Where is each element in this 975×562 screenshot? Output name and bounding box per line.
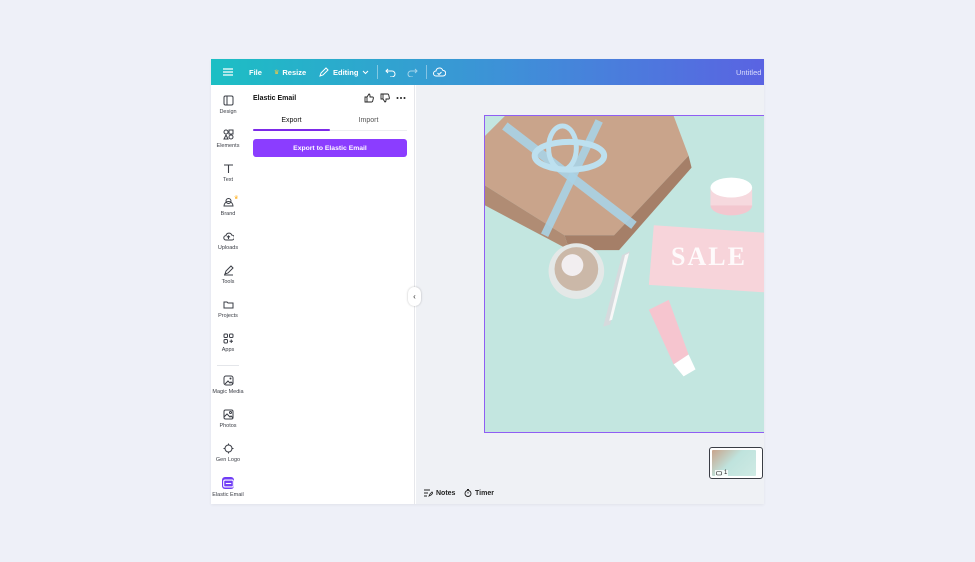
resize-button[interactable]: ♛ Resize bbox=[274, 59, 306, 85]
panel-title: Elastic Email bbox=[253, 95, 297, 102]
rail-label: Photos bbox=[219, 423, 237, 429]
rail-label: Gen Logo bbox=[215, 457, 241, 463]
rail-label: Design bbox=[219, 109, 237, 115]
apps-icon bbox=[223, 333, 233, 344]
photo-icon bbox=[223, 409, 233, 420]
rail-divider bbox=[217, 365, 239, 366]
resize-label: Resize bbox=[282, 67, 307, 77]
rail-item-elastic-email[interactable]: Elastic Email bbox=[211, 477, 245, 504]
rail-item-brand[interactable]: ♛ Brand bbox=[211, 195, 245, 225]
rail-item-uploads[interactable]: Uploads bbox=[211, 231, 245, 259]
more-options-icon[interactable] bbox=[396, 93, 406, 103]
export-to-elastic-email-button[interactable]: Export to Elastic Email bbox=[253, 139, 407, 157]
layout-icon bbox=[223, 95, 233, 106]
rail-label: Elements bbox=[216, 143, 240, 149]
divider bbox=[377, 65, 378, 79]
cloud-saved-icon[interactable] bbox=[433, 59, 446, 85]
cloud-upload-icon bbox=[222, 232, 234, 241]
comment-icon bbox=[716, 470, 722, 475]
tab-import[interactable]: Import bbox=[330, 117, 407, 124]
file-menu-button[interactable]: File bbox=[249, 59, 262, 85]
rail-item-gen-logo[interactable]: Gen Logo bbox=[211, 443, 245, 471]
panel-actions bbox=[364, 93, 406, 103]
rail-item-text[interactable]: Text bbox=[211, 163, 245, 191]
collapse-panel-button[interactable]: ‹ bbox=[408, 287, 421, 306]
timer-icon bbox=[464, 489, 472, 497]
editor-window: File ♛ Resize Editing Untitled Design El… bbox=[211, 59, 764, 504]
rail-item-design[interactable]: Design bbox=[211, 95, 245, 123]
brand-icon bbox=[222, 198, 234, 207]
rail-item-photos[interactable]: Photos bbox=[211, 409, 245, 437]
notes-button[interactable]: Notes bbox=[424, 489, 455, 497]
active-tab-indicator bbox=[253, 129, 330, 131]
product-photo bbox=[485, 116, 764, 432]
design-page[interactable]: SALE bbox=[484, 115, 764, 433]
top-bar: File ♛ Resize Editing Untitled bbox=[211, 59, 764, 85]
crown-icon: ♛ bbox=[234, 195, 239, 201]
editing-mode-button[interactable]: Editing bbox=[319, 59, 373, 85]
chevron-left-icon: ‹ bbox=[413, 292, 416, 301]
timer-button[interactable]: Timer bbox=[464, 489, 494, 497]
divider bbox=[426, 65, 427, 79]
rail-label: Brand bbox=[220, 211, 236, 217]
rail-label: Apps bbox=[221, 347, 235, 353]
notes-label: Notes bbox=[436, 489, 456, 497]
undo-icon[interactable] bbox=[385, 59, 396, 85]
rail-label: Elastic Email bbox=[212, 492, 244, 498]
shapes-icon bbox=[222, 129, 233, 140]
timer-label: Timer bbox=[475, 489, 494, 497]
pen-icon bbox=[223, 265, 234, 276]
magic-media-icon bbox=[223, 375, 233, 386]
thumbs-down-icon[interactable] bbox=[380, 93, 390, 103]
chevron-down-icon bbox=[363, 70, 369, 74]
left-rail: Design Elements Text ♛ Brand Uploads Too… bbox=[211, 85, 245, 504]
folder-icon bbox=[223, 301, 233, 309]
rail-item-tools[interactable]: Tools bbox=[211, 265, 245, 293]
page-number-label: 1 bbox=[724, 470, 728, 476]
rail-label: Uploads bbox=[217, 245, 239, 251]
page-number: 1 bbox=[715, 470, 729, 476]
rail-label: Text bbox=[222, 177, 234, 183]
gen-logo-icon bbox=[223, 443, 233, 454]
rail-label: Projects bbox=[218, 313, 238, 319]
menu-icon[interactable] bbox=[221, 59, 235, 85]
editing-label: Editing bbox=[333, 67, 359, 77]
tab-export[interactable]: Export bbox=[253, 117, 330, 124]
pencil-icon bbox=[319, 67, 329, 77]
rail-item-projects[interactable]: Projects bbox=[211, 299, 245, 327]
rail-item-magic-media[interactable]: Magic Media bbox=[211, 375, 245, 403]
crown-icon: ♛ bbox=[274, 69, 280, 76]
elastic-email-panel: Elastic Email Export Import Export to El… bbox=[245, 85, 415, 504]
page-thumbnail[interactable]: 1 bbox=[709, 447, 763, 479]
text-icon bbox=[223, 164, 233, 173]
sale-text: SALE bbox=[671, 242, 747, 271]
rail-item-elements[interactable]: Elements bbox=[211, 129, 245, 157]
notes-icon bbox=[424, 489, 433, 497]
rail-item-apps[interactable]: Apps bbox=[211, 333, 245, 361]
elastic-email-icon bbox=[222, 477, 234, 489]
document-title[interactable]: Untitled bbox=[736, 59, 761, 85]
rail-label: Tools bbox=[221, 279, 235, 285]
rail-label: Magic Media bbox=[212, 389, 244, 395]
redo-icon[interactable] bbox=[407, 59, 418, 85]
canvas-area: SALE 1 Notes Timer bbox=[416, 85, 764, 504]
thumbs-up-icon[interactable] bbox=[364, 93, 374, 103]
